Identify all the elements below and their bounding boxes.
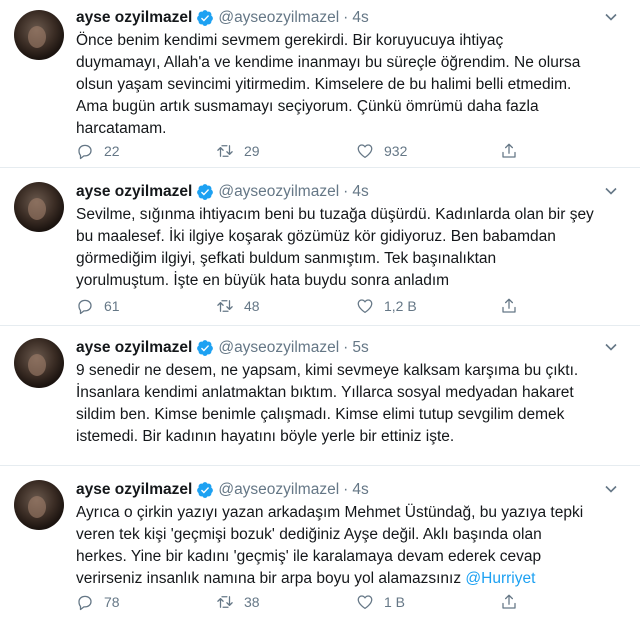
separator: · [343, 339, 349, 356]
retweet-icon [217, 145, 233, 157]
tweet[interactable]: ayse ozyilmazel @ayseozyilmazel · 4s Önc… [0, 0, 640, 168]
reply-button[interactable]: 61 [76, 297, 216, 315]
retweet-icon [217, 596, 233, 608]
avatar[interactable] [14, 480, 64, 530]
tweet-header: ayse ozyilmazel @ayseozyilmazel · 4s [76, 480, 369, 500]
chevron-down-icon[interactable] [604, 482, 618, 496]
retweet-count: 48 [244, 298, 260, 314]
like-button[interactable]: 1,2 B [356, 297, 496, 315]
reply-button[interactable]: 22 [76, 142, 216, 160]
chevron-down-icon[interactable] [604, 340, 618, 354]
share-icon [502, 143, 516, 158]
tweet-text: 9 senedir ne desem, ne yapsam, kimi sevm… [76, 362, 579, 445]
like-count: 1,2 B [384, 298, 417, 314]
tweet-actions: 22 29 932 [76, 139, 636, 163]
handle[interactable]: @ayseozyilmazel [218, 339, 339, 357]
tweet[interactable]: ayse ozyilmazel @ayseozyilmazel · 4s Ayr… [0, 466, 640, 634]
chevron-down-icon[interactable] [604, 10, 618, 24]
tweet-actions: 61 48 1,2 B [76, 294, 636, 318]
reply-count: 22 [104, 143, 120, 159]
heart-icon [357, 595, 373, 610]
like-button[interactable]: 932 [356, 142, 496, 160]
display-name[interactable]: ayse ozyilmazel [76, 183, 192, 201]
avatar[interactable] [14, 182, 64, 232]
verified-badge-icon [197, 10, 214, 26]
tweet[interactable]: ayse ozyilmazel @ayseozyilmazel · 4s Sev… [0, 168, 640, 326]
display-name[interactable]: ayse ozyilmazel [76, 481, 192, 499]
tweet-header: ayse ozyilmazel @ayseozyilmazel · 4s [76, 8, 369, 28]
verified-badge-icon [197, 184, 214, 200]
share-icon [502, 594, 516, 609]
tweet[interactable]: ayse ozyilmazel @ayseozyilmazel · 5s 9 s… [0, 326, 640, 466]
reply-icon [78, 299, 92, 315]
share-button[interactable] [496, 593, 636, 611]
share-button[interactable] [496, 297, 636, 315]
separator: · [343, 183, 349, 200]
chevron-down-icon[interactable] [604, 184, 618, 198]
verified-badge-icon [197, 340, 214, 356]
timestamp[interactable]: 4s [352, 183, 368, 201]
separator: · [343, 481, 349, 498]
heart-icon [357, 299, 373, 314]
reply-icon [78, 144, 92, 160]
tweet-actions: 78 38 1 B [76, 590, 636, 614]
retweet-button[interactable]: 48 [216, 297, 356, 315]
retweet-icon [217, 300, 233, 312]
mention-link[interactable]: @Hurriyet [465, 570, 535, 587]
tweet-header: ayse ozyilmazel @ayseozyilmazel · 4s [76, 182, 369, 202]
avatar[interactable] [14, 338, 64, 388]
like-count: 1 B [384, 594, 406, 610]
handle[interactable]: @ayseozyilmazel [218, 9, 339, 27]
timestamp[interactable]: 4s [352, 9, 368, 27]
tweet-feed: ayse ozyilmazel @ayseozyilmazel · 4s Önc… [0, 0, 640, 634]
avatar[interactable] [14, 10, 64, 60]
retweet-button[interactable]: 29 [216, 142, 356, 160]
reply-button[interactable]: 78 [76, 593, 216, 611]
like-count: 932 [384, 143, 408, 159]
handle[interactable]: @ayseozyilmazel [218, 183, 339, 201]
share-button[interactable] [496, 142, 636, 160]
tweet-text: Ayrıca o çirkin yazıyı yazan arkadaşım M… [76, 502, 616, 590]
heart-icon [357, 144, 373, 159]
handle[interactable]: @ayseozyilmazel [218, 481, 339, 499]
like-button[interactable]: 1 B [356, 593, 496, 611]
display-name[interactable]: ayse ozyilmazel [76, 9, 192, 27]
timestamp[interactable]: 4s [352, 481, 368, 499]
display-name[interactable]: ayse ozyilmazel [76, 339, 192, 357]
verified-badge-icon [197, 482, 214, 498]
reply-count: 78 [104, 594, 120, 610]
reply-icon [78, 595, 92, 611]
tweet-text: Önce benim kendimi sevmem gerekirdi. Bir… [76, 32, 581, 137]
tweet-text: Sevilme, sığınma ihtiyacım beni bu tuzağ… [76, 206, 594, 289]
retweet-button[interactable]: 38 [216, 593, 356, 611]
share-icon [502, 298, 516, 313]
tweet-header: ayse ozyilmazel @ayseozyilmazel · 5s [76, 338, 369, 358]
reply-count: 61 [104, 298, 120, 314]
retweet-count: 38 [244, 594, 260, 610]
timestamp[interactable]: 5s [352, 339, 368, 357]
retweet-count: 29 [244, 143, 260, 159]
separator: · [343, 9, 349, 26]
